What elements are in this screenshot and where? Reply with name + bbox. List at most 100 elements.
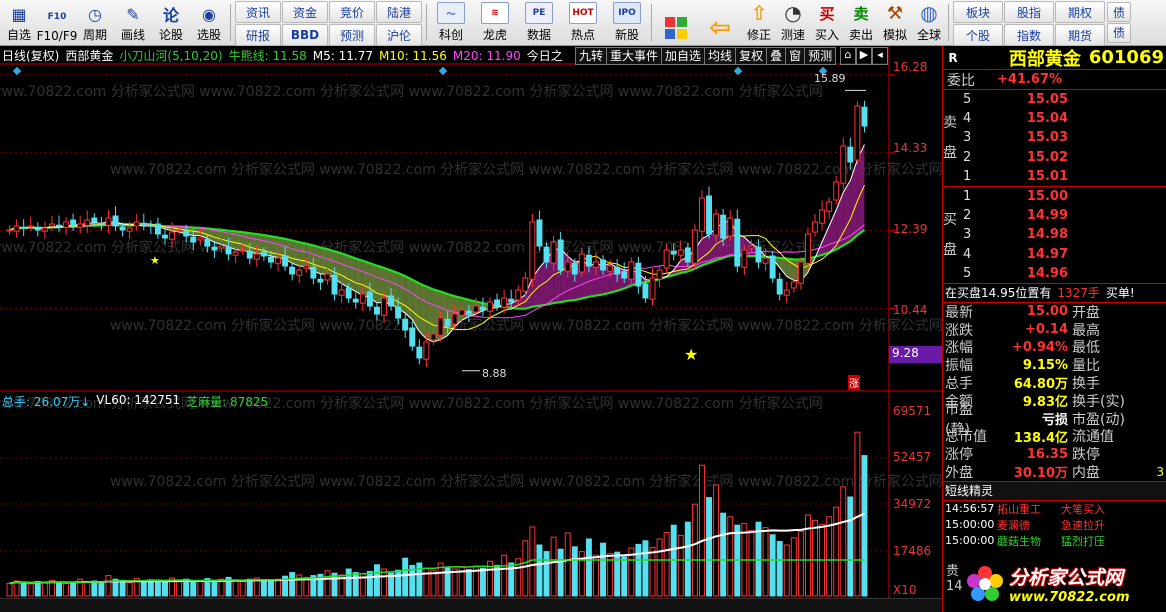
candle-body	[119, 226, 126, 231]
toolbar-grid-button[interactable]: 预测	[329, 24, 375, 46]
toolbar-correct-button[interactable]: ⇧ 修正	[742, 0, 776, 46]
volume-bar	[790, 537, 797, 597]
volume-bar	[600, 542, 607, 597]
candle-body	[543, 246, 550, 263]
stat-row: 总市值 138.4亿 流通值	[943, 427, 1166, 446]
expand-icon[interactable]: ▶	[856, 47, 872, 65]
candle-body	[691, 229, 698, 264]
toolbar-ipo-button[interactable]: IPO 新股	[605, 0, 649, 46]
candle-body	[741, 249, 748, 268]
candle-body	[487, 301, 493, 312]
indicator-cloud	[405, 276, 413, 320]
toolbar-f10-button[interactable]: F10 F10/F9	[37, 0, 78, 46]
chart-tab[interactable]: 九转	[575, 47, 608, 65]
bond-button-1[interactable]: 债	[1107, 2, 1131, 23]
lock-icon[interactable]: ⌂	[840, 47, 856, 65]
candle-body	[395, 306, 402, 319]
toolbar-market-button[interactable]: 个股	[953, 24, 1003, 46]
volume-bar	[649, 546, 656, 597]
order-book-row: 4 14.97	[963, 245, 1166, 264]
clock-icon: ◷	[88, 4, 102, 24]
toolbar-grid-button[interactable]: BBD	[282, 24, 328, 46]
flower-logo-icon	[967, 566, 1003, 601]
f10-icon: F10	[47, 12, 67, 22]
toolbar-hot-button[interactable]: HOT 热点	[561, 0, 605, 46]
order-level: 2	[963, 208, 972, 224]
chart-tab[interactable]: 均线	[704, 47, 737, 65]
volume-bar	[713, 484, 720, 597]
indicator-cloud	[270, 236, 279, 258]
toolbar-market-button[interactable]: 期货	[1055, 24, 1105, 46]
toolbar-market-button[interactable]: 期权	[1055, 1, 1105, 23]
short-term-title[interactable]: 短线精灵	[943, 481, 1166, 501]
stat-row: 涨幅 +0.94% 最低	[943, 338, 1166, 357]
indicator-cloud	[299, 242, 307, 267]
toolbar-clock-button[interactable]: ◷ 周期	[76, 0, 114, 46]
order-alert-text: 在买盘14.95位置有	[945, 286, 1052, 301]
toolbar-dragon-button[interactable]: ≋ 龙虎	[473, 0, 517, 46]
chart-tab[interactable]: 加自选	[661, 47, 706, 65]
toolbar-grid-button[interactable]: 沪伦	[376, 24, 422, 46]
order-book-row: 3 14.98	[963, 225, 1166, 244]
r-marker: R	[948, 50, 958, 65]
volume-bar	[812, 519, 818, 597]
candle-body	[769, 255, 776, 279]
sell-icon: 卖	[853, 4, 869, 23]
toolbar-grid-button[interactable]: 资讯	[235, 1, 281, 23]
short-term-item[interactable]: 14:56:57 拓山重工 大笔买入	[943, 501, 1166, 517]
toolbar-buy-button[interactable]: 买买入	[810, 0, 844, 46]
short-term-item[interactable]: 15:00:00 蘑菇生物 猛烈打压	[943, 533, 1166, 549]
toolbar-sell-button[interactable]: 卖卖出	[844, 0, 878, 46]
chart-tab[interactable]: 复权	[735, 47, 768, 65]
toolbar-button-label: 数据	[526, 28, 551, 42]
chart-scrollbar[interactable]	[0, 598, 942, 612]
toolbar-grid-button[interactable]: 资金	[282, 1, 328, 23]
stock-name: 西部黄金	[1008, 48, 1081, 70]
toolbar-pencil-button[interactable]: ✎ 画线	[114, 0, 152, 46]
stat-row: 涨跌 +0.14 最高	[943, 321, 1166, 339]
toolbar-market-button[interactable]: 板块	[953, 1, 1003, 23]
chart-tab[interactable]: 重大事件	[606, 47, 663, 65]
volume-bar	[706, 497, 712, 597]
toolbar-discuss-button[interactable]: 论论股	[152, 0, 190, 46]
toolbar-grid-button[interactable]: 竞价	[329, 1, 375, 23]
chart-tab[interactable]: 叠	[766, 47, 787, 65]
stat-value: 亏损	[1041, 413, 1068, 429]
toolbar-market-button[interactable]: 指数	[1004, 24, 1054, 46]
volume-bar	[465, 569, 472, 597]
volume-bar	[501, 554, 508, 597]
toolbar-info-grid: 资讯 资金 竞价 陆港研报 BBD 预测 沪伦	[233, 0, 424, 46]
toolbar-back-arrow-button[interactable]: ⇦	[698, 0, 742, 46]
chart-tab[interactable]: 窗	[785, 47, 806, 65]
candle-body	[663, 249, 670, 269]
indicator-name[interactable]: 小刀山河(5,10,20)	[119, 47, 222, 64]
kline-chart[interactable]: www.70822.com 分析家公式网 www.70822.com 分析家公式…	[0, 46, 942, 598]
volume-bar	[776, 540, 783, 597]
toolbar-hammer-button[interactable]: ⚒ 模拟	[878, 0, 912, 46]
short-term-item[interactable]: 15:00:00 麦澜德 急速拉升	[943, 517, 1166, 533]
m10-label: M10: 11.56	[379, 48, 447, 63]
toolbar-grid-button[interactable]: 陆港	[376, 1, 422, 23]
toolbar-chart-pick-button[interactable]: ◉ 选股	[190, 0, 228, 46]
volume-bar	[557, 548, 564, 597]
toolbar-speed-button[interactable]: ◔ 测速	[776, 0, 810, 46]
volume-scale-label: X10	[893, 583, 917, 597]
order-price: 15.01	[1026, 168, 1068, 184]
toolbar-grid-button[interactable]: 研报	[235, 24, 281, 46]
candle-body	[84, 219, 91, 226]
chart-tab[interactable]: 预测	[804, 47, 837, 65]
toolbar-kechuang-button[interactable]: 〜科创	[429, 0, 473, 46]
candle-body	[465, 310, 472, 315]
volume-bar	[20, 582, 27, 597]
watermark-text: www.70822.com 分析家公式网 www.70822.com 分析家公式…	[110, 473, 942, 490]
toolbar-window-layout-button[interactable]	[654, 0, 698, 46]
stat-value: +0.94%	[1012, 339, 1068, 355]
toolbar-market-button[interactable]: 股指	[1004, 1, 1054, 23]
toolbar-globe-button[interactable]: ◍ 全球	[912, 0, 946, 46]
collapse-icon[interactable]: ◂	[872, 47, 888, 65]
period-label[interactable]: 日线(复权)	[2, 47, 59, 64]
toolbar-pe-button[interactable]: PE 数据	[517, 0, 561, 46]
toolbar-icon-group: 〜科创 ≋ 龙虎 PE 数据 HOT 热点 IPO 新股	[429, 0, 649, 45]
bond-button-2[interactable]: 债	[1107, 22, 1131, 43]
toolbar-grid-button[interactable]: ▦ 自选	[0, 0, 38, 46]
